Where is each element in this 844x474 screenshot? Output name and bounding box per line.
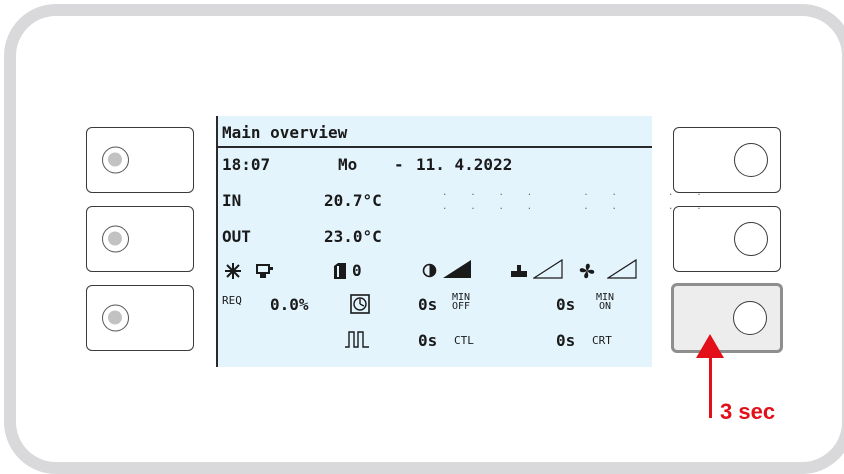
half-circle-icon xyxy=(422,263,437,278)
request-label: REQ xyxy=(222,294,242,307)
out-temperature: 23.0°C xyxy=(324,227,382,246)
arrow-shaft xyxy=(709,356,712,418)
snowflake-icon xyxy=(225,263,241,279)
button-circle-icon xyxy=(734,143,768,177)
ramp-outline-icon-2 xyxy=(607,259,637,279)
timer-icon xyxy=(350,294,370,314)
date: 11. 4.2022 xyxy=(416,155,513,174)
ctl-label: CTL xyxy=(454,334,474,347)
left-button-3[interactable] xyxy=(86,285,194,351)
button-indicator-icon xyxy=(102,146,129,174)
pulse-icon xyxy=(345,331,369,348)
button-circle-icon xyxy=(734,222,768,256)
clock-time: 18:07 xyxy=(222,155,271,174)
fan-icon xyxy=(579,263,595,279)
in-label: IN xyxy=(222,191,242,210)
arrow-up-icon xyxy=(696,334,724,358)
title-divider xyxy=(216,146,652,148)
ctl-time: 0s xyxy=(418,331,438,350)
crt-label: CRT xyxy=(592,334,612,347)
left-button-2[interactable] xyxy=(86,206,194,272)
min-on-label: MIN ON xyxy=(596,292,615,312)
ramp-filled-icon xyxy=(443,260,471,278)
pump-icon xyxy=(511,265,527,277)
date-separator: - xyxy=(394,155,404,174)
compressor-icon xyxy=(256,264,273,278)
button-indicator-icon xyxy=(102,304,129,332)
min-on-time: 0s xyxy=(556,295,576,314)
stage-icon xyxy=(334,263,346,279)
lcd-left-border xyxy=(216,116,218,367)
trend-dots-in: . . . . . . . . xyxy=(442,188,706,198)
right-button-up[interactable] xyxy=(673,127,781,193)
in-temperature: 20.7°C xyxy=(324,191,382,210)
left-button-1[interactable] xyxy=(86,127,194,193)
screen-title: Main overview xyxy=(222,123,348,142)
ramp-outline-icon xyxy=(533,259,563,279)
lcd-display: Main overview 18:07 Mo - 11. 4.2022 IN 2… xyxy=(216,116,702,367)
out-label: OUT xyxy=(222,227,251,246)
button-circle-icon xyxy=(733,301,767,335)
min-off-label: MIN OFF xyxy=(452,292,471,312)
hold-duration-label: 3 sec xyxy=(720,399,776,424)
weekday: Mo xyxy=(338,155,358,174)
crt-time: 0s xyxy=(556,331,576,350)
request-value: 0.0% xyxy=(270,295,309,314)
status-zero: 0 xyxy=(352,261,362,280)
min-off-time: 0s xyxy=(418,295,438,314)
right-button-enter[interactable] xyxy=(671,283,783,353)
button-indicator-icon xyxy=(102,225,129,253)
trend-dots-in-2: . . . . . . . . xyxy=(442,202,706,212)
right-button-middle[interactable] xyxy=(673,206,781,272)
